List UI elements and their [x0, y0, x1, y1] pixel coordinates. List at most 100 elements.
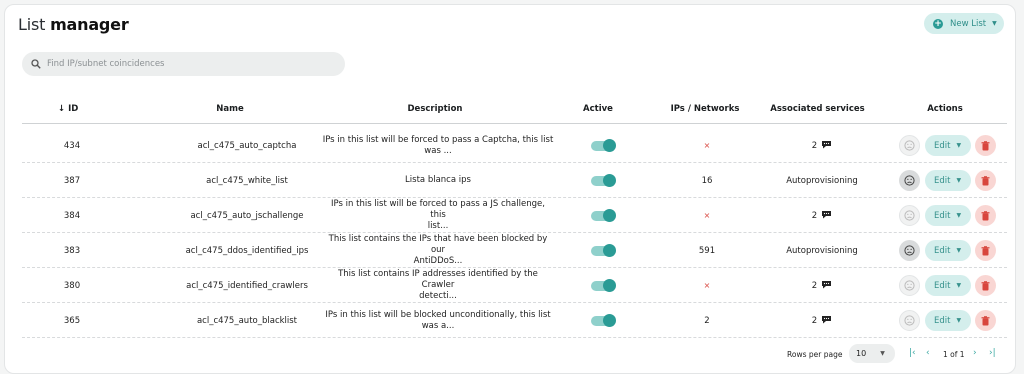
- edit-button[interactable]: Edit ▼: [925, 205, 971, 226]
- sentiment-icon[interactable]: [899, 170, 920, 191]
- trash-icon: [981, 311, 990, 330]
- new-list-label: New List: [950, 18, 987, 29]
- row-ips: ×: [703, 281, 711, 290]
- toggle-knob: [602, 243, 616, 257]
- row-id: 387: [63, 175, 81, 186]
- rows-per-page-label: Rows per page: [787, 350, 843, 359]
- table-row: 387 acl_c475_white_list Lista blanca ips 16…: [22, 163, 1007, 198]
- row-ips: ×: [703, 211, 711, 220]
- row-id: 384: [63, 210, 81, 221]
- plus-icon: +: [933, 18, 943, 29]
- trash-icon: [981, 171, 990, 190]
- row-name: acl_c475_auto_blacklist: [196, 315, 298, 326]
- delete-button[interactable]: [975, 310, 996, 331]
- delete-button[interactable]: [975, 275, 996, 296]
- comment-icon: [821, 210, 832, 222]
- search-input[interactable]: [47, 59, 327, 69]
- chevron-down-icon: ▼: [956, 282, 962, 289]
- chevron-down-icon: ▼: [956, 247, 962, 254]
- column-header-description[interactable]: Description: [385, 104, 485, 114]
- row-name: acl_c475_auto_captcha: [197, 140, 297, 151]
- trash-icon: [981, 206, 990, 225]
- active-toggle[interactable]: [590, 278, 616, 292]
- table-row: 434 acl_c475_auto_captcha IPs in this list…: [22, 128, 1007, 163]
- delete-button[interactable]: [975, 205, 996, 226]
- row-name: acl_c475_ddos_identified_ips: [185, 245, 309, 256]
- row-divider: [22, 337, 1007, 338]
- active-toggle[interactable]: [590, 243, 616, 257]
- active-toggle[interactable]: [590, 208, 616, 222]
- chevron-down-icon: ▼: [956, 317, 962, 324]
- comment-icon: [821, 280, 832, 292]
- edit-button[interactable]: Edit ▼: [925, 310, 971, 331]
- row-id: 365: [63, 315, 81, 326]
- rows-per-page-select[interactable]: 10 ▼: [849, 344, 895, 363]
- toggle-knob: [602, 208, 616, 222]
- delete-button[interactable]: [975, 240, 996, 261]
- associated-services[interactable]: 2: [812, 210, 832, 222]
- row-name: acl_c475_identified_crawlers: [186, 280, 308, 291]
- row-description: This list contains the IPs that have bee…: [328, 234, 548, 266]
- header-divider: [22, 123, 1007, 124]
- search-bar: [22, 52, 345, 76]
- chevron-down-icon: ▼: [956, 177, 962, 184]
- row-description: This list contains IP addresses identifi…: [338, 269, 538, 301]
- table-row: 384 acl_c475_auto_jschallenge IPs in this …: [22, 198, 1007, 233]
- edit-button[interactable]: Edit ▼: [925, 135, 971, 156]
- active-toggle[interactable]: [590, 173, 616, 187]
- sentiment-icon[interactable]: [899, 275, 920, 296]
- delete-button[interactable]: [975, 135, 996, 156]
- first-page-icon[interactable]: |‹: [909, 348, 916, 358]
- row-name: acl_c475_white_list: [206, 175, 288, 186]
- column-header-actions: Actions: [927, 104, 963, 114]
- column-header-id[interactable]: ↓ ID: [58, 104, 78, 114]
- row-ips: 591: [698, 245, 716, 256]
- associated-services[interactable]: 2: [812, 280, 832, 292]
- table-row: 380 acl_c475_identified_crawlers This list…: [22, 268, 1007, 303]
- table-row: 383 acl_c475_ddos_identified_ips This list…: [22, 233, 1007, 268]
- associated-services: Autoprovisioning: [786, 245, 858, 256]
- row-ips: 16: [701, 175, 713, 186]
- edit-button[interactable]: Edit ▼: [925, 275, 971, 296]
- row-description: IPs in this list will be forced to pass …: [322, 134, 554, 156]
- page-range: 1 of 1: [943, 350, 965, 359]
- column-header-services[interactable]: Associated services: [765, 104, 870, 114]
- row-ips: ×: [703, 141, 711, 150]
- associated-services[interactable]: 2: [812, 315, 832, 327]
- row-id: 383: [63, 245, 81, 256]
- edit-button[interactable]: Edit ▼: [925, 240, 971, 261]
- chevron-down-icon: ▼: [956, 142, 962, 149]
- new-list-button[interactable]: + New List ▼: [924, 13, 1004, 34]
- toggle-knob: [602, 278, 616, 292]
- last-page-icon[interactable]: ›|: [989, 348, 996, 358]
- row-ips: 2: [704, 315, 710, 326]
- page-title: List manager: [18, 15, 129, 34]
- next-page-icon[interactable]: ›: [973, 348, 977, 358]
- trash-icon: [981, 136, 990, 155]
- row-description: Lista blanca ips: [405, 175, 471, 185]
- arrow-down-icon: ↓: [58, 104, 66, 114]
- column-header-ips[interactable]: IPs / Networks: [665, 104, 745, 114]
- associated-services[interactable]: 2: [812, 140, 832, 152]
- sentiment-icon[interactable]: [899, 240, 920, 261]
- edit-button[interactable]: Edit ▼: [925, 170, 971, 191]
- row-id: 380: [63, 280, 81, 291]
- trash-icon: [981, 276, 990, 295]
- comment-icon: [821, 315, 832, 327]
- column-header-name[interactable]: Name: [195, 104, 265, 114]
- sentiment-icon[interactable]: [899, 205, 920, 226]
- sentiment-icon[interactable]: [899, 135, 920, 156]
- active-toggle[interactable]: [590, 138, 616, 152]
- search-icon: [31, 59, 41, 69]
- chevron-down-icon: ▼: [880, 350, 885, 357]
- row-name: acl_c475_auto_jschallenge: [190, 210, 304, 221]
- delete-button[interactable]: [975, 170, 996, 191]
- row-description: IPs in this list will be blocked uncondi…: [325, 309, 551, 331]
- sentiment-icon[interactable]: [899, 310, 920, 331]
- toggle-knob: [602, 138, 616, 152]
- previous-page-icon[interactable]: ‹: [926, 348, 930, 358]
- table-row: 365 acl_c475_auto_blacklist IPs in this li…: [22, 303, 1007, 338]
- column-header-active[interactable]: Active: [573, 104, 623, 114]
- list-manager-card: List manager + New List ▼ ↓ ID Name Desc…: [4, 4, 1016, 374]
- active-toggle[interactable]: [590, 313, 616, 327]
